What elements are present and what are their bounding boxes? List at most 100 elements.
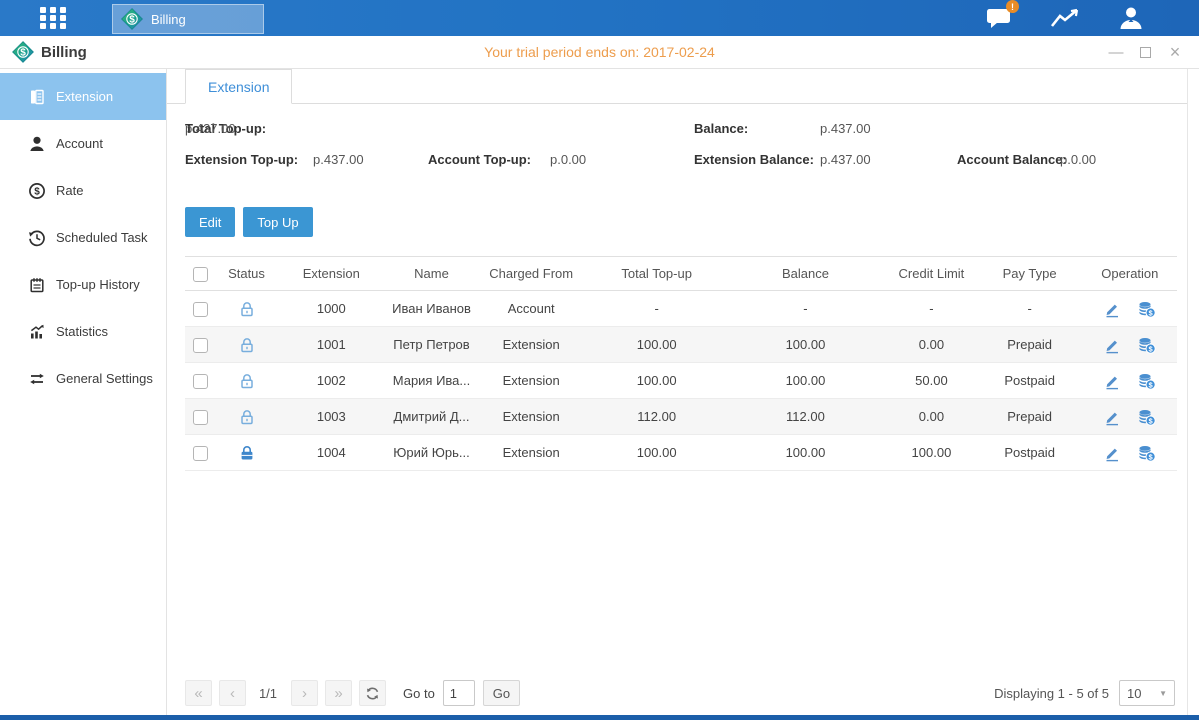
cell-balance: 112.00 <box>725 399 887 435</box>
sidebar: Extension Account $ Rate <box>0 69 167 715</box>
cell-pay-type: Postpaid <box>977 435 1083 471</box>
dollar-circle-icon: $ <box>28 182 46 200</box>
cell-balance: 100.00 <box>725 363 887 399</box>
cell-charged-from: Extension <box>474 327 589 363</box>
minimize-button[interactable]: — <box>1108 45 1124 60</box>
topup-row-icon[interactable] <box>1137 444 1156 462</box>
goto-label: Go to <box>403 686 435 701</box>
window-titlebar: Billing Your trial period ends on: 2017-… <box>0 36 1199 69</box>
taskbar-tab-label: Billing <box>151 12 186 27</box>
cell-name: Мария Ива... <box>389 363 473 399</box>
extension-topup-label: Extension Top-up: <box>185 152 298 167</box>
cell-charged-from: Extension <box>474 435 589 471</box>
lock-status-icon <box>238 372 256 387</box>
sidebar-item-extension[interactable]: Extension <box>0 73 166 120</box>
edit-row-icon[interactable] <box>1103 336 1121 354</box>
extension-balance-value: p.437.00 <box>820 152 871 167</box>
user-button[interactable] <box>1115 5 1147 31</box>
sidebar-item-general-settings[interactable]: General Settings <box>0 355 166 402</box>
app-grid-button[interactable] <box>36 4 70 32</box>
cell-extension: 1002 <box>273 363 389 399</box>
cell-credit-limit: 100.00 <box>886 435 976 471</box>
col-name: Name <box>389 257 473 291</box>
row-checkbox[interactable] <box>193 338 208 353</box>
action-buttons: Edit Top Up <box>185 207 1177 237</box>
sidebar-item-scheduled-task[interactable]: Scheduled Task <box>0 214 166 261</box>
cell-pay-type: Prepaid <box>977 399 1083 435</box>
edit-row-icon[interactable] <box>1103 372 1121 390</box>
cell-extension: 1003 <box>273 399 389 435</box>
col-total-topup: Total Top-up <box>589 257 725 291</box>
account-topup-value: p.0.00 <box>550 152 586 167</box>
taskbar-billing-tab[interactable]: Billing <box>112 4 264 34</box>
caret-down-icon: ▼ <box>1159 689 1167 698</box>
row-checkbox[interactable] <box>193 302 208 317</box>
topup-row-icon[interactable] <box>1137 300 1156 318</box>
edit-row-icon[interactable] <box>1103 300 1121 318</box>
first-page-button[interactable]: « <box>185 680 212 706</box>
billing-diamond-icon <box>12 41 34 63</box>
sidebar-item-topup-history[interactable]: Top-up History <box>0 261 166 308</box>
cell-total-topup: 112.00 <box>589 399 725 435</box>
topup-row-icon[interactable] <box>1137 372 1156 390</box>
lock-status-icon <box>238 444 256 459</box>
top-up-button[interactable]: Top Up <box>243 207 312 237</box>
next-page-button[interactable]: › <box>291 680 318 706</box>
sidebar-item-statistics[interactable]: Statistics <box>0 308 166 355</box>
sidebar-item-label: Account <box>56 136 103 151</box>
cell-total-topup: 100.00 <box>589 327 725 363</box>
select-all-checkbox[interactable] <box>193 267 208 282</box>
cell-charged-from: Extension <box>474 399 589 435</box>
topup-row-icon[interactable] <box>1137 408 1156 426</box>
sidebar-item-label: Top-up History <box>56 277 140 292</box>
go-button[interactable]: Go <box>483 680 520 706</box>
tab-extension[interactable]: Extension <box>185 69 292 104</box>
row-checkbox[interactable] <box>193 374 208 389</box>
page-size-select[interactable]: 10 ▼ <box>1119 680 1175 706</box>
sidebar-item-label: Rate <box>56 183 83 198</box>
col-credit-limit: Credit Limit <box>886 257 976 291</box>
last-page-button[interactable]: » <box>325 680 352 706</box>
history-clock-icon <box>28 229 46 247</box>
col-operation: Operation <box>1083 257 1177 291</box>
row-checkbox[interactable] <box>193 410 208 425</box>
main-content: Extension Total Top-up: p.437.00 Balance… <box>167 69 1188 715</box>
page-indicator: 1/1 <box>255 686 281 701</box>
window-title: Billing <box>12 41 87 63</box>
maximize-button[interactable] <box>1140 47 1151 58</box>
refresh-button[interactable] <box>359 680 386 706</box>
app-grid-icon <box>38 5 68 31</box>
sidebar-item-label: Scheduled Task <box>56 230 148 245</box>
col-extension: Extension <box>273 257 389 291</box>
cell-name: Юрий Юрь... <box>389 435 473 471</box>
summary-panel: Total Top-up: p.437.00 Balance: p.437.00… <box>185 121 1177 181</box>
reports-button[interactable] <box>1049 5 1081 31</box>
edit-button[interactable]: Edit <box>185 207 235 237</box>
messages-button[interactable]: ! <box>983 5 1015 31</box>
goto-page-input[interactable] <box>443 680 475 706</box>
billing-app-icon <box>121 8 143 30</box>
prev-page-button[interactable]: ‹ <box>219 680 246 706</box>
close-button[interactable]: × <box>1167 43 1183 61</box>
col-balance: Balance <box>725 257 887 291</box>
edit-row-icon[interactable] <box>1103 408 1121 426</box>
displaying-text: Displaying 1 - 5 of 5 <box>994 686 1109 701</box>
sidebar-item-rate[interactable]: $ Rate <box>0 167 166 214</box>
row-checkbox[interactable] <box>193 446 208 461</box>
desktop-edge <box>0 715 1199 720</box>
ledger-icon <box>28 88 46 106</box>
refresh-icon <box>365 686 380 701</box>
cell-name: Петр Петров <box>389 327 473 363</box>
svg-text:$: $ <box>34 186 40 197</box>
cell-balance: 100.00 <box>725 435 887 471</box>
sidebar-item-label: Statistics <box>56 324 108 339</box>
cell-credit-limit: 0.00 <box>886 327 976 363</box>
sidebar-item-account[interactable]: Account <box>0 120 166 167</box>
taskbar-right-icons: ! <box>983 5 1147 31</box>
col-status: Status <box>220 257 274 291</box>
account-balance-label: Account Balance: <box>957 152 1067 167</box>
cell-total-topup: 100.00 <box>589 363 725 399</box>
edit-row-icon[interactable] <box>1103 444 1121 462</box>
topup-row-icon[interactable] <box>1137 336 1156 354</box>
window-title-text: Billing <box>41 44 87 61</box>
